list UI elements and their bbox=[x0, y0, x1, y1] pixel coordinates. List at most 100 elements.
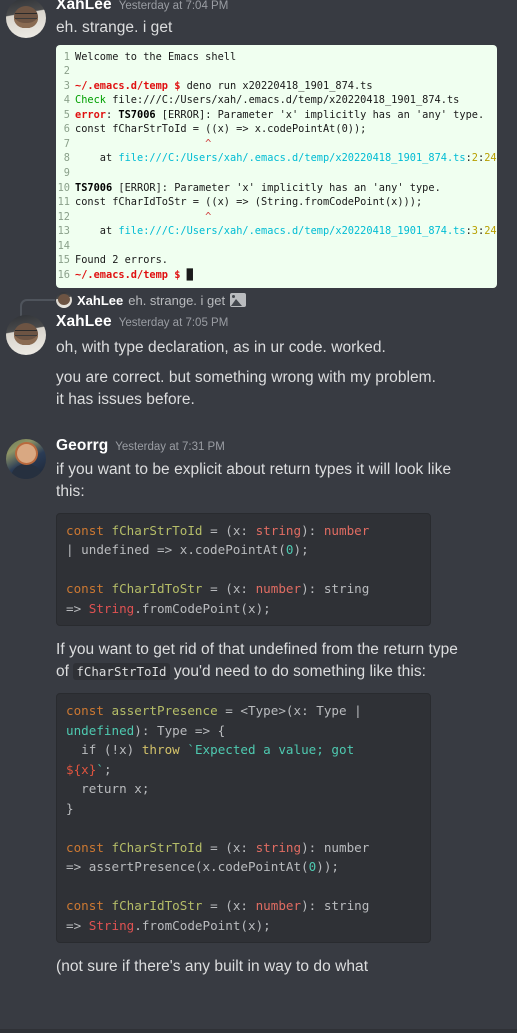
code-span: = <Type>(x: Type | bbox=[217, 703, 362, 719]
code-line: const fCharStrToId = (x: string): number bbox=[66, 521, 421, 541]
code-span: ; bbox=[103, 761, 112, 777]
code-line: const fCharIdToStr = (x: number): string bbox=[66, 579, 421, 599]
terminal-line: 11 const fCharIdToStr = ((x) => (String.f… bbox=[56, 195, 497, 210]
code-span bbox=[104, 840, 112, 855]
message-author[interactable]: XahLee bbox=[56, 0, 112, 15]
code-span: )); bbox=[316, 859, 339, 875]
avatar-xahlee-2[interactable] bbox=[6, 315, 46, 355]
code-span: => assertPresence(x.codePointAt( bbox=[66, 859, 309, 875]
terminal-span: ~/.emacs.d/temp bbox=[75, 268, 168, 281]
terminal-line: 13 at file:///C:/Users/xah/.emacs.d/temp… bbox=[56, 224, 497, 239]
code-span: fCharIdToStr bbox=[111, 898, 203, 914]
terminal-line: 14 bbox=[56, 239, 497, 254]
horizontal-scrollbar[interactable] bbox=[0, 1029, 517, 1033]
code-span: `Expected a value; got bbox=[187, 742, 355, 758]
message-body-line-2: you are correct. but something wrong wit… bbox=[56, 368, 436, 386]
terminal-line: 16 ~/.emacs.d/temp $ █ bbox=[56, 268, 497, 283]
code-span: | undefined => x.codePointAt( bbox=[66, 542, 286, 558]
terminal-line: 8 at file:///C:/Users/xah/.emacs.d/temp/… bbox=[56, 151, 497, 166]
code-span: .fromCodePoint(x); bbox=[134, 917, 271, 933]
avatar-xahlee[interactable] bbox=[6, 0, 46, 38]
reply-author[interactable]: XahLee bbox=[77, 293, 123, 308]
message-timestamp: Yesterday at 7:05 PM bbox=[118, 317, 229, 329]
avatar-georrg[interactable] bbox=[6, 439, 46, 479]
terminal-line-number: 11 bbox=[57, 196, 70, 209]
terminal-line-number: 16 bbox=[57, 268, 70, 281]
code-span: = (x: bbox=[202, 839, 256, 855]
terminal-line-number: 15 bbox=[57, 254, 70, 267]
message-author[interactable]: XahLee bbox=[56, 313, 112, 332]
terminal-span: [ERROR]: Parameter 'x' implicitly has an… bbox=[155, 108, 485, 121]
terminal-line-number: 14 bbox=[57, 239, 70, 252]
code-span: fCharStrToId bbox=[111, 522, 203, 538]
terminal-line-number: 5 bbox=[63, 108, 70, 121]
terminal-line-number: 4 bbox=[63, 94, 70, 107]
code-line: const fCharIdToStr = (x: number): string bbox=[66, 896, 421, 916]
reply-reference[interactable]: XahLee eh. strange. i get bbox=[20, 291, 517, 316]
code-line: } bbox=[66, 799, 421, 819]
terminal-span: const fCharIdToStr = ((x) => (String.fro… bbox=[75, 196, 423, 209]
code-span: .fromCodePoint(x); bbox=[134, 600, 271, 616]
message-timestamp: Yesterday at 7:31 PM bbox=[115, 441, 225, 453]
code-span bbox=[104, 581, 112, 596]
code-span: ${x} bbox=[66, 761, 97, 777]
code-span: undefined bbox=[66, 722, 135, 738]
terminal-span: at bbox=[75, 152, 119, 165]
terminal-line: 7 ^ bbox=[56, 137, 497, 152]
code-line: => String.fromCodePoint(x); bbox=[66, 599, 421, 619]
terminal-line-number: 3 bbox=[63, 79, 70, 92]
terminal-span: █ bbox=[186, 268, 193, 281]
terminal-line: 6 const fCharStrToId = ((x) => x.codePoin… bbox=[56, 122, 497, 137]
code-span: const bbox=[66, 839, 104, 855]
terminal-line-number: 7 bbox=[63, 137, 70, 150]
code-line: => assertPresence(x.codePointAt(0)); bbox=[66, 857, 421, 877]
chat-message-list[interactable]: XahLee Yesterday at 7:04 PM eh. strange.… bbox=[0, 0, 517, 1033]
code-span: = (x: bbox=[202, 522, 256, 538]
code-span: throw bbox=[141, 742, 180, 758]
message-body-line-3: it has issues before. bbox=[56, 390, 195, 408]
code-span: = (x: bbox=[202, 898, 256, 914]
terminal-line-number: 10 bbox=[57, 181, 70, 194]
code-span: string bbox=[255, 522, 302, 538]
message-author[interactable]: Georrg bbox=[56, 437, 108, 456]
code-span: const bbox=[66, 898, 104, 914]
message-xahlee-705[interactable]: XahLee eh. strange. i get XahLee Yesterd… bbox=[0, 291, 517, 411]
terminal-span: TS7006 bbox=[75, 181, 113, 194]
code-line: if (!x) throw `Expected a value; got bbox=[66, 740, 421, 760]
code-span bbox=[104, 523, 112, 538]
code-span: ); bbox=[293, 542, 309, 558]
code-span: if (!x) bbox=[66, 742, 142, 758]
image-attachment-icon bbox=[230, 293, 247, 307]
terminal-span: 24 bbox=[484, 225, 497, 238]
terminal-line-number: 13 bbox=[57, 225, 70, 238]
code-block-1: const fCharStrToId = (x: string): number… bbox=[56, 512, 431, 627]
code-span: string bbox=[255, 839, 302, 855]
code-span: ): string bbox=[301, 581, 370, 597]
terminal-span: ^ bbox=[75, 137, 212, 150]
terminal-span: Found 2 errors. bbox=[75, 254, 168, 267]
message-header: XahLee Yesterday at 7:04 PM bbox=[56, 0, 517, 15]
code-span: String bbox=[88, 600, 135, 616]
terminal-span: Check bbox=[75, 94, 106, 107]
terminal-line: 12 ^ bbox=[56, 210, 497, 225]
terminal-span: : bbox=[106, 108, 119, 121]
terminal-line-number: 1 bbox=[63, 50, 70, 63]
message-xahlee-704[interactable]: XahLee Yesterday at 7:04 PM eh. strange.… bbox=[0, 0, 517, 289]
terminal-span: 24 bbox=[484, 152, 497, 165]
message-header: XahLee Yesterday at 7:05 PM bbox=[56, 313, 517, 332]
terminal-line: 4 Check file:///C:/Users/xah/.emacs.d/tem… bbox=[56, 93, 497, 108]
code-line: ${x}`; bbox=[66, 760, 421, 780]
message-georrg-731[interactable]: Georrg Yesterday at 7:31 PM if you want … bbox=[0, 437, 517, 978]
terminal-line-number: 9 bbox=[63, 166, 70, 179]
reply-spine bbox=[20, 299, 55, 316]
code-span bbox=[104, 703, 112, 718]
terminal-span: file:///C:/Users/xah/.emacs.d/temp/x2022… bbox=[118, 152, 466, 165]
code-span bbox=[104, 898, 112, 913]
code-line: const assertPresence = <Type>(x: Type | bbox=[66, 701, 421, 721]
inline-code-fcharstrtoid: fCharStrToId bbox=[73, 663, 170, 681]
terminal-line: 5 error: TS7006 [ERROR]: Parameter 'x' im… bbox=[56, 108, 497, 123]
code-span: number bbox=[323, 522, 370, 538]
message-paragraph-1: if you want to be explicit about return … bbox=[56, 460, 452, 500]
